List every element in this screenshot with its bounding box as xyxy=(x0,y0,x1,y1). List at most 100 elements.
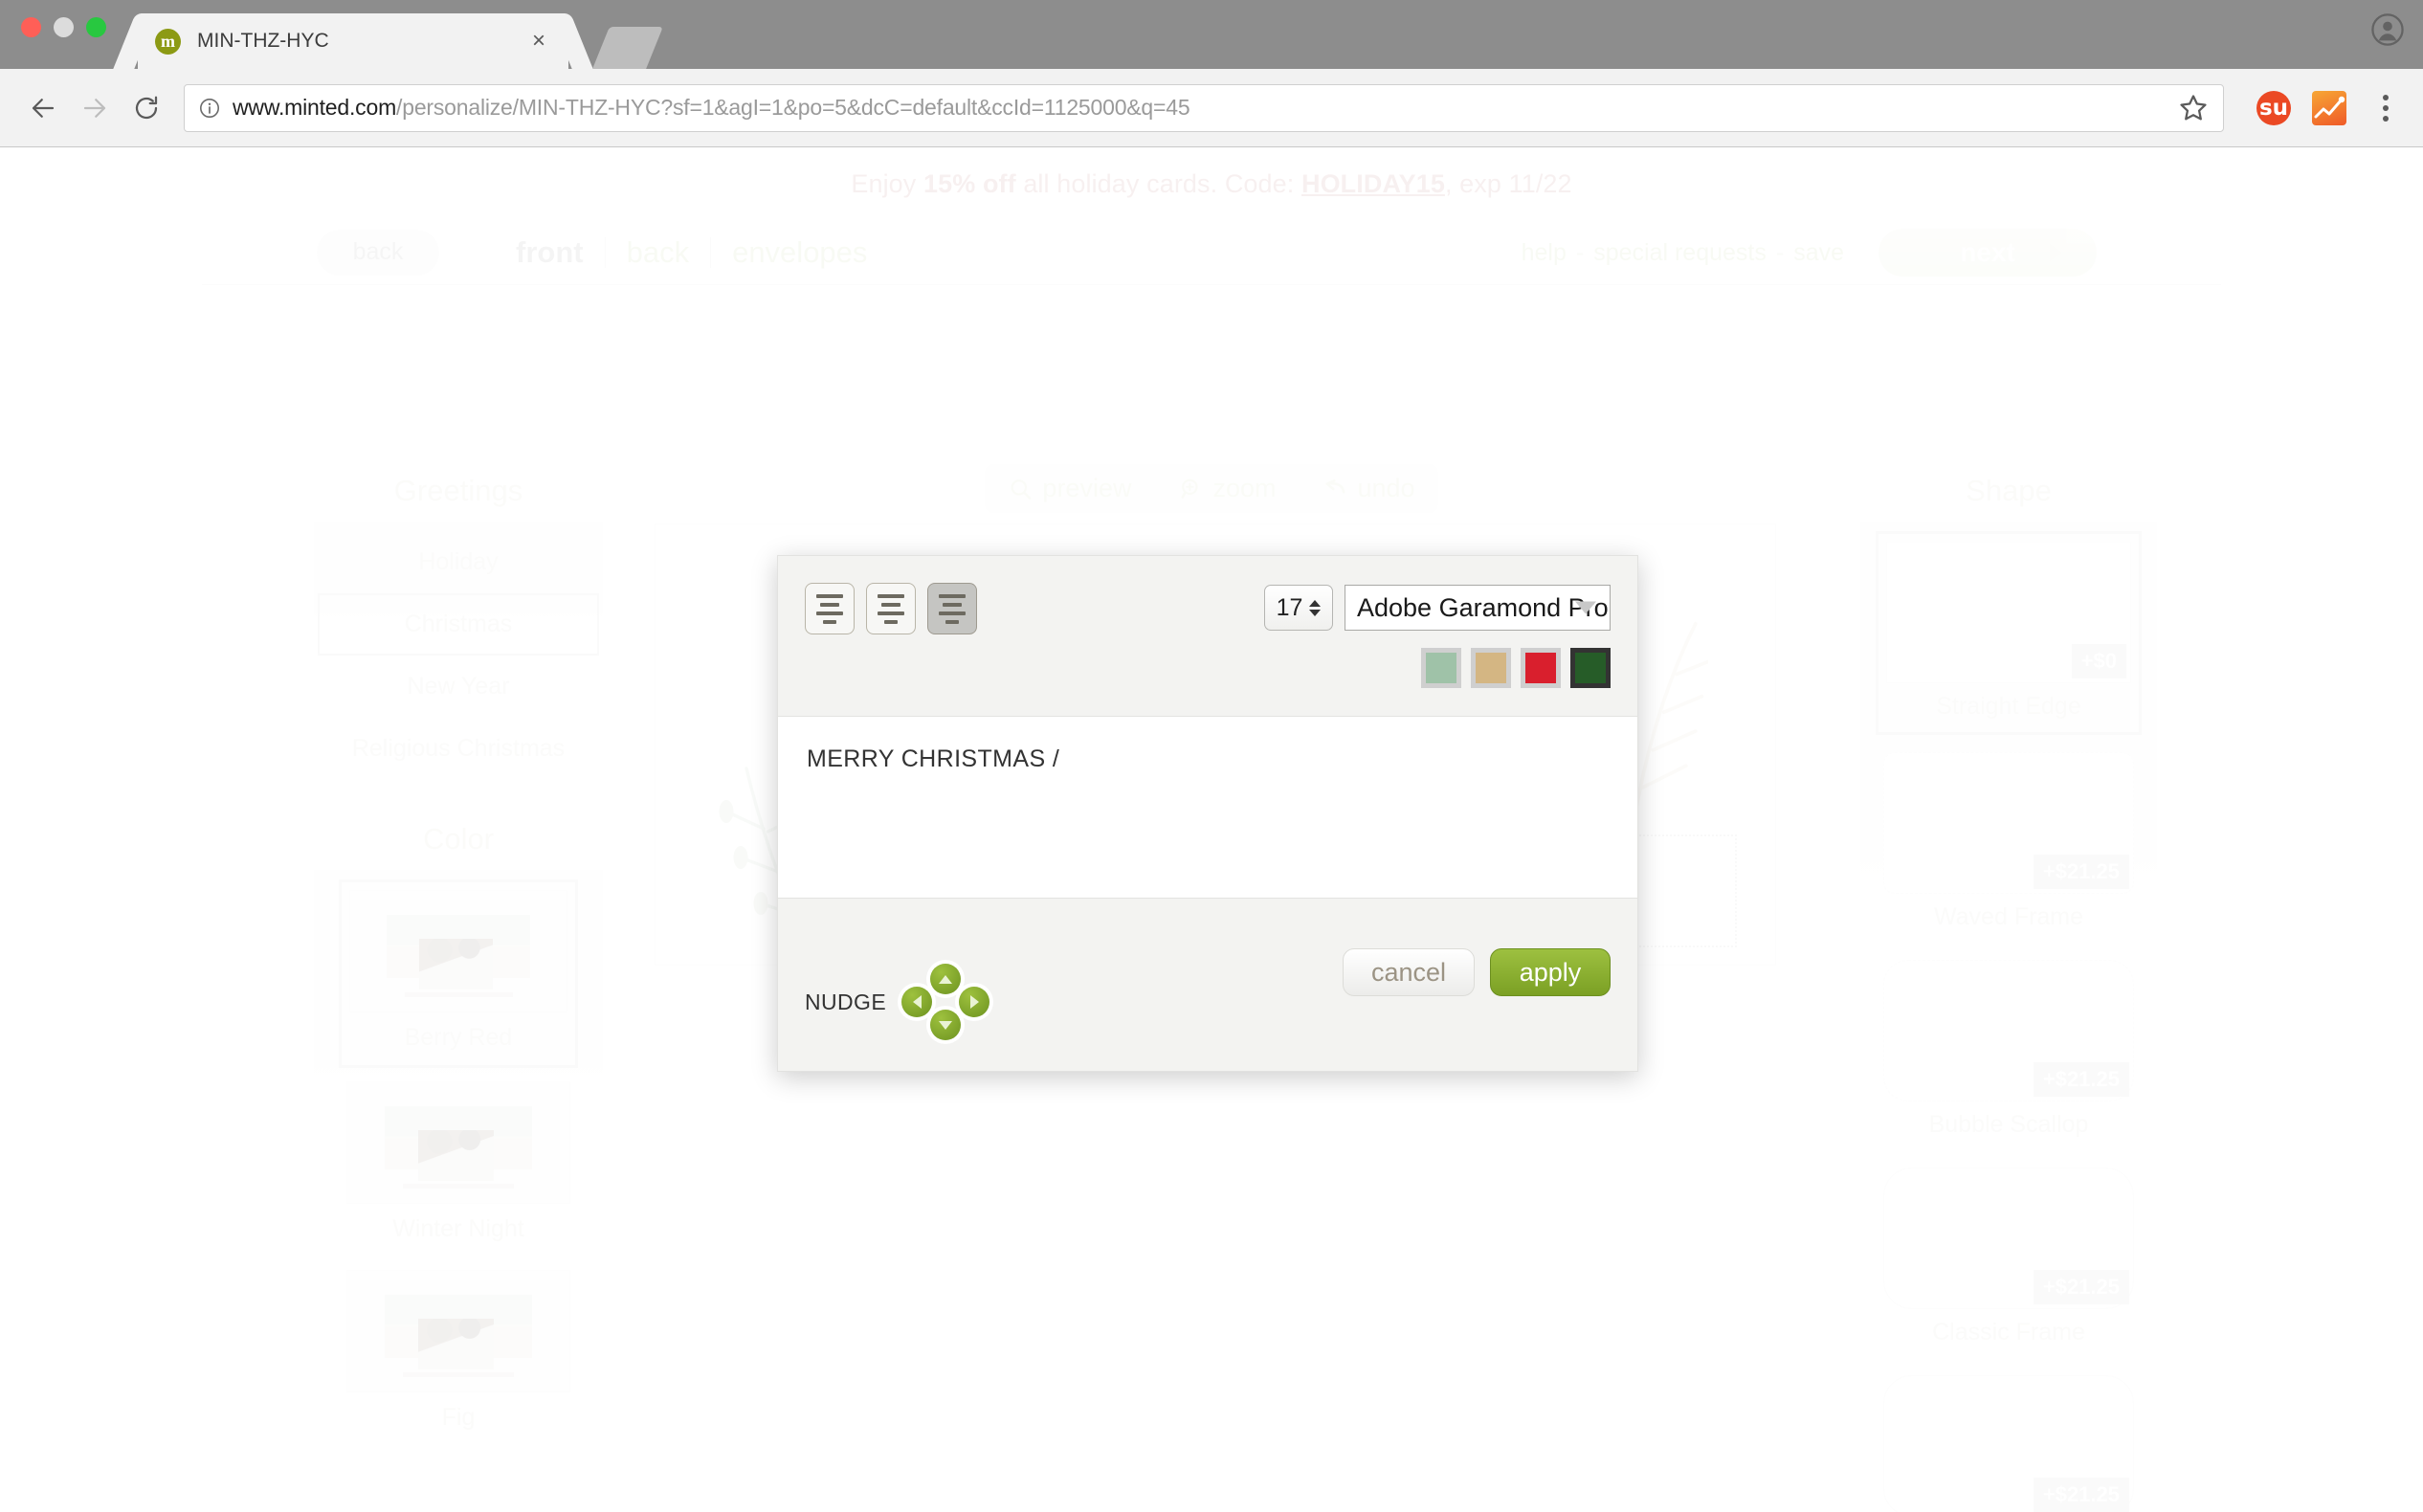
align-center-button[interactable] xyxy=(866,583,916,634)
stepper-down-icon[interactable] xyxy=(1309,609,1322,616)
tab-back[interactable]: back xyxy=(606,235,710,270)
greeting-option-religious-christmas[interactable]: Religious Christmas xyxy=(314,718,603,780)
kebab-menu-icon[interactable] xyxy=(2369,89,2402,127)
font-size-stepper[interactable]: 17 xyxy=(1264,585,1333,631)
font-family-label: Adobe Garamond Pro xyxy=(1357,592,1609,622)
shape-preview: +$0 xyxy=(1886,542,2131,683)
help-link[interactable]: help xyxy=(1522,239,1567,267)
topnav-right: help - special requests - save next xyxy=(1522,220,2097,285)
star-icon[interactable] xyxy=(2177,92,2210,124)
preview-button[interactable]: preview xyxy=(985,464,1156,513)
promo-discount: 15% off xyxy=(923,169,1016,198)
align-right-button[interactable] xyxy=(927,583,977,634)
shape-preview: +$21.25 xyxy=(1883,1375,2134,1512)
shape-price: +$0 xyxy=(2071,644,2126,678)
zoom-button[interactable]: zoom xyxy=(1155,464,1300,513)
chevron-right-icon xyxy=(2050,244,2062,261)
shape-option-classic-frame[interactable]: +$21.25 Classic Frame xyxy=(1876,1160,2142,1358)
minimize-window-button[interactable] xyxy=(54,17,74,37)
forward-arrow-icon xyxy=(73,86,117,130)
tab-front[interactable]: front xyxy=(495,235,605,270)
shape-option-bubble-scallop[interactable]: +$21.25 Bubble Scallop xyxy=(1876,952,2142,1150)
undo-label: undo xyxy=(1357,474,1415,502)
browser-tab[interactable]: m MIN-THZ-HYC × xyxy=(138,13,568,69)
color-option-winter-night[interactable]: Winter Night xyxy=(339,1074,578,1256)
chart-extension-icon[interactable] xyxy=(2312,90,2346,125)
color-option-fig[interactable]: Fig xyxy=(339,1262,578,1445)
address-bar[interactable]: www.minted.com/personalize/MIN-THZ-HYC?s… xyxy=(184,83,2224,132)
color-swatch-sage[interactable] xyxy=(1421,648,1461,688)
promo-code[interactable]: HOLIDAY15 xyxy=(1301,169,1445,198)
color-swatch-tan[interactable] xyxy=(1471,648,1511,688)
minted-favicon-icon: m xyxy=(155,28,181,55)
magnifier-plus-icon xyxy=(1181,478,1198,499)
card-thumbnail xyxy=(346,1081,570,1204)
font-family-select[interactable]: Adobe Garamond Pro xyxy=(1345,585,1611,631)
next-button[interactable]: next xyxy=(1878,229,2097,277)
greetings-panel: Holiday Christmas New Year Religious Chr… xyxy=(314,522,603,801)
promo-prefix: Enjoy xyxy=(851,169,923,198)
magnifier-icon xyxy=(1011,478,1032,500)
greeting-option-christmas[interactable]: Christmas xyxy=(318,593,599,656)
nudge-dpad xyxy=(901,964,990,1040)
nudge-down-button[interactable] xyxy=(930,1010,962,1040)
browser-window: m MIN-THZ-HYC × www.minted.com/personali… xyxy=(0,0,2423,1512)
card-thumbnail xyxy=(346,1270,570,1392)
nudge-up-button[interactable] xyxy=(930,964,962,994)
save-link[interactable]: save xyxy=(1793,239,1844,267)
new-tab-button[interactable] xyxy=(592,27,663,69)
url-host: www.minted.com xyxy=(233,95,397,120)
apply-button[interactable]: apply xyxy=(1490,948,1611,996)
profile-avatar-icon[interactable] xyxy=(2371,13,2404,46)
link-separator: - xyxy=(1575,238,1585,266)
shape-option-additional[interactable]: +$21.25 xyxy=(1876,1367,2142,1512)
thumbnail-people xyxy=(419,939,494,990)
maximize-window-button[interactable] xyxy=(86,17,106,37)
modal-footer: NUDGE cancel apply xyxy=(778,899,1637,1069)
link-separator: - xyxy=(1775,238,1785,266)
thumbnail-caption xyxy=(403,1183,514,1189)
next-button-label: next xyxy=(1960,237,2015,267)
thumbnail-people xyxy=(418,1130,495,1182)
undo-arrow-icon xyxy=(1325,478,1345,494)
nudge-label: NUDGE xyxy=(805,989,887,1014)
greeting-option-new-year[interactable]: New Year xyxy=(314,656,603,718)
special-requests-link[interactable]: special requests xyxy=(1593,239,1767,267)
chevron-down-icon xyxy=(1575,601,1596,614)
undo-button[interactable]: undo xyxy=(1300,464,1438,513)
stepper-arrows-icon[interactable] xyxy=(1309,599,1322,616)
align-left-button[interactable] xyxy=(805,583,855,634)
cancel-button[interactable]: cancel xyxy=(1343,948,1475,996)
text-input-area[interactable]: MERRY CHRISTMAS / xyxy=(778,717,1637,899)
shape-price: +$21.25 xyxy=(2033,1478,2129,1512)
personalize-topnav: back front back envelopes help - special… xyxy=(202,220,2221,285)
url-path: /personalize/MIN-THZ-HYC?sf=1&agI=1&po=5… xyxy=(396,95,1190,120)
nudge-right-button[interactable] xyxy=(959,987,990,1017)
stumbleupon-extension-icon[interactable]: su xyxy=(2256,90,2291,125)
reload-icon[interactable] xyxy=(124,86,168,130)
window-traffic-lights xyxy=(21,17,106,37)
nudge-left-button[interactable] xyxy=(901,987,933,1017)
back-arrow-icon[interactable] xyxy=(21,86,65,130)
color-swatch-red[interactable] xyxy=(1521,648,1561,688)
font-size-value: 17 xyxy=(1276,593,1303,621)
shape-option-waved-frame[interactable]: +$21.25 Waved Frame xyxy=(1876,745,2142,943)
stepper-up-icon[interactable] xyxy=(1309,599,1322,607)
tab-envelopes[interactable]: envelopes xyxy=(711,235,888,270)
font-controls: 17 Adobe Garamond Pro xyxy=(1264,585,1611,631)
url-text: www.minted.com/personalize/MIN-THZ-HYC?s… xyxy=(233,95,2177,121)
site-info-icon[interactable] xyxy=(198,97,221,120)
greeting-option-holiday[interactable]: Holiday xyxy=(314,531,603,593)
tab-title: MIN-THZ-HYC xyxy=(197,30,329,52)
back-button[interactable]: back xyxy=(317,229,439,276)
thumbnail-caption xyxy=(404,991,513,997)
shape-label: Classic Frame xyxy=(1932,1319,2085,1345)
zoom-label: zoom xyxy=(1212,474,1277,502)
shape-preview: +$21.25 xyxy=(1883,1167,2134,1309)
preview-label: preview xyxy=(1042,474,1132,502)
arrow-left-icon xyxy=(912,995,922,1009)
shape-option-straight-edge[interactable]: +$0 Straight Edge xyxy=(1876,531,2142,735)
tab-close-icon[interactable]: × xyxy=(526,30,551,53)
color-swatch-dark-green[interactable] xyxy=(1570,648,1611,688)
close-window-button[interactable] xyxy=(21,17,41,37)
